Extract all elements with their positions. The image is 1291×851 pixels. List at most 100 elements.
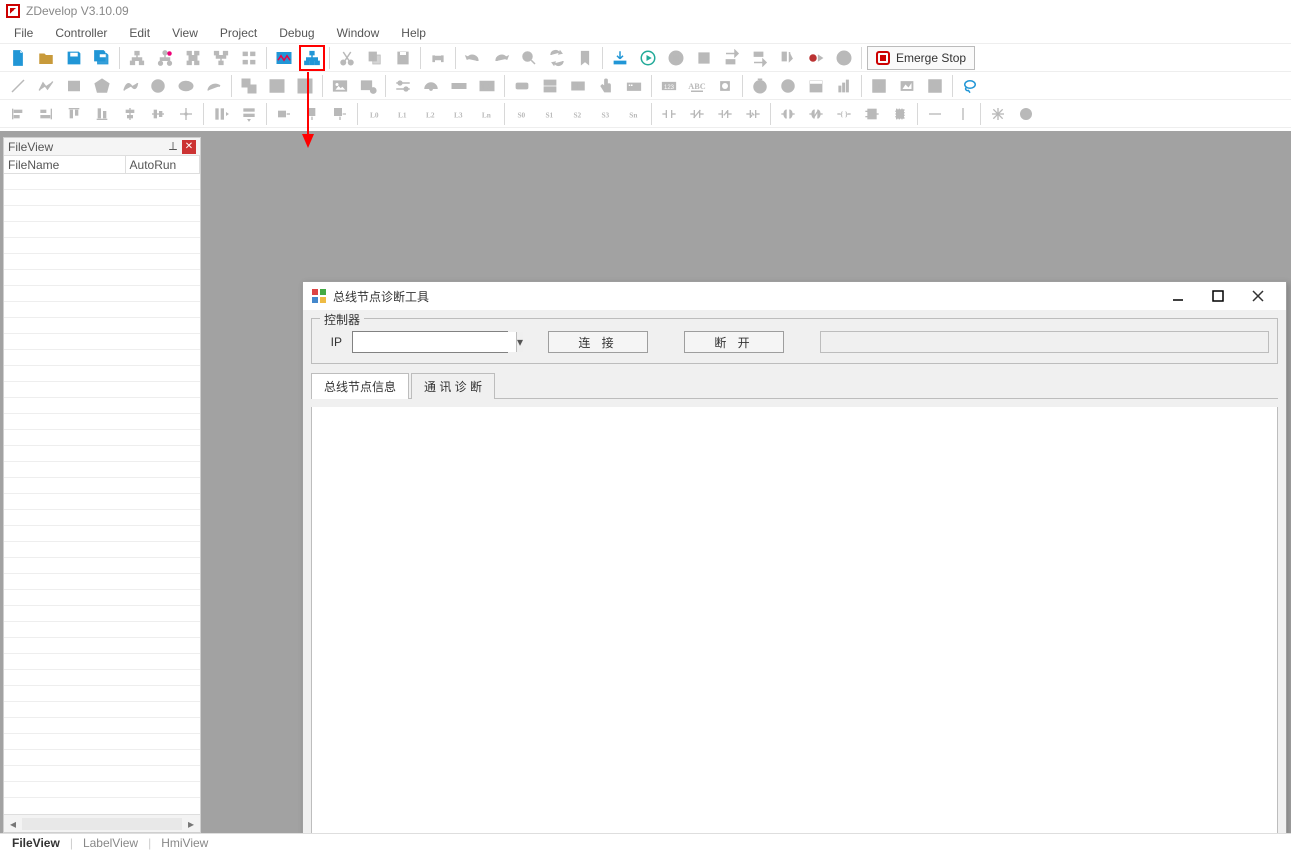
maximize-icon[interactable] [1198, 284, 1238, 308]
lbl-l1-icon[interactable]: L1 [391, 102, 415, 126]
tool-imgbtn-icon[interactable] [356, 74, 380, 98]
save-all-icon[interactable] [90, 46, 114, 70]
scope-icon[interactable] [272, 46, 296, 70]
connect-button[interactable]: 连 接 [548, 331, 648, 353]
menu-help[interactable]: Help [391, 24, 436, 42]
replace-icon[interactable] [545, 46, 569, 70]
func-block-icon[interactable] [860, 102, 884, 126]
menu-debug[interactable]: Debug [269, 24, 324, 42]
size-1-icon[interactable] [272, 102, 296, 126]
step2-icon[interactable] [748, 46, 772, 70]
dist-2-icon[interactable] [237, 102, 261, 126]
download-icon[interactable] [608, 46, 632, 70]
size-2-icon[interactable] [300, 102, 324, 126]
lbl-s1-icon[interactable]: S1 [538, 102, 562, 126]
save-icon[interactable] [62, 46, 86, 70]
minimize-icon[interactable] [1158, 284, 1198, 308]
func-block2-icon[interactable] [888, 102, 912, 126]
new-file-icon[interactable] [6, 46, 30, 70]
tool-txt-icon[interactable]: T [867, 74, 891, 98]
tool-btn2-icon[interactable] [538, 74, 562, 98]
tool-lamp-icon[interactable] [713, 74, 737, 98]
align-4-icon[interactable] [90, 102, 114, 126]
scroll-right-icon[interactable]: ▸ [182, 817, 200, 831]
net3-icon[interactable] [237, 46, 261, 70]
bus-diag-icon[interactable] [300, 46, 324, 70]
tool-arc-icon[interactable] [202, 74, 226, 98]
step3-icon[interactable] [776, 46, 800, 70]
menu-file[interactable]: File [4, 24, 43, 42]
tool-img2-icon[interactable] [895, 74, 919, 98]
align-2-icon[interactable] [34, 102, 58, 126]
menu-edit[interactable]: Edit [119, 24, 160, 42]
paste-icon[interactable] [391, 46, 415, 70]
redo-icon[interactable] [489, 46, 513, 70]
tool-rect-icon[interactable] [62, 74, 86, 98]
tree2-icon[interactable] [153, 46, 177, 70]
size-3-icon[interactable] [328, 102, 352, 126]
menu-view[interactable]: View [162, 24, 208, 42]
tab-node-info[interactable]: 总线节点信息 [311, 373, 409, 399]
tool-polyline-icon[interactable] [34, 74, 58, 98]
tool-gauge-icon[interactable] [419, 74, 443, 98]
tool-button-icon[interactable] [510, 74, 534, 98]
vline-icon[interactable] [951, 102, 975, 126]
btab-labelview[interactable]: LabelView [75, 834, 146, 851]
tool-kbd-icon[interactable] [622, 74, 646, 98]
copy-icon[interactable] [363, 46, 387, 70]
scroll-track[interactable] [22, 818, 182, 830]
tool-chart-icon[interactable] [832, 74, 856, 98]
tool-num2-icon[interactable]: 123 [657, 74, 681, 98]
close-icon[interactable] [1238, 284, 1278, 308]
tool-timer-icon[interactable] [748, 74, 772, 98]
tool-btn3-icon[interactable] [566, 74, 590, 98]
step1-icon[interactable] [720, 46, 744, 70]
net1-icon[interactable] [181, 46, 205, 70]
lbl-l3-icon[interactable]: L3 [447, 102, 471, 126]
undo-icon[interactable] [461, 46, 485, 70]
align-7-icon[interactable] [174, 102, 198, 126]
tool-curve-icon[interactable] [118, 74, 142, 98]
tool-clock-icon[interactable] [776, 74, 800, 98]
tool-abc-icon[interactable]: ABC [685, 74, 709, 98]
tool-text-icon[interactable]: T [293, 74, 317, 98]
tool-circle-icon[interactable] [146, 74, 170, 98]
col-autorun[interactable]: AutoRun [126, 156, 200, 173]
disconnect-button[interactable]: 断 开 [684, 331, 784, 353]
coil-2-icon[interactable] [804, 102, 828, 126]
contact-2-icon[interactable] [685, 102, 709, 126]
bookmark-icon[interactable] [573, 46, 597, 70]
coil-1-icon[interactable] [776, 102, 800, 126]
chevron-down-icon[interactable]: ▾ [516, 332, 523, 352]
pause-icon[interactable] [664, 46, 688, 70]
coil-3-icon[interactable]: { } [832, 102, 856, 126]
scroll-left-icon[interactable]: ◂ [4, 817, 22, 831]
lbl-sn-icon[interactable]: Sn [622, 102, 646, 126]
step-over-icon[interactable] [832, 46, 856, 70]
net2-icon[interactable] [209, 46, 233, 70]
btab-hmiview[interactable]: HmiView [153, 834, 216, 851]
list-row[interactable] [4, 174, 200, 190]
tool-polygon-icon[interactable] [90, 74, 114, 98]
tab-comm-diag[interactable]: 通 讯 诊 断 [411, 373, 495, 399]
tool-ellipse-icon[interactable] [174, 74, 198, 98]
tool-number-icon[interactable]: 123 [475, 74, 499, 98]
tool-win-icon[interactable] [923, 74, 947, 98]
menu-project[interactable]: Project [210, 24, 267, 42]
contact-1-icon[interactable] [657, 102, 681, 126]
tree1-icon[interactable] [125, 46, 149, 70]
tool-progress-icon[interactable] [447, 74, 471, 98]
lbl-l2-icon[interactable]: L2 [419, 102, 443, 126]
menu-controller[interactable]: Controller [45, 24, 117, 42]
cut-icon[interactable] [335, 46, 359, 70]
pin-icon[interactable]: ⟂ [166, 140, 180, 154]
lbl-s0-icon[interactable]: S0 [510, 102, 534, 126]
contact-3-icon[interactable] [713, 102, 737, 126]
lbl-l0-icon[interactable]: L0 [363, 102, 387, 126]
print-icon[interactable] [426, 46, 450, 70]
dist-1-icon[interactable] [209, 102, 233, 126]
tool-image-icon[interactable] [328, 74, 352, 98]
run-icon[interactable] [636, 46, 660, 70]
align-3-icon[interactable] [62, 102, 86, 126]
tool-slider-icon[interactable] [391, 74, 415, 98]
